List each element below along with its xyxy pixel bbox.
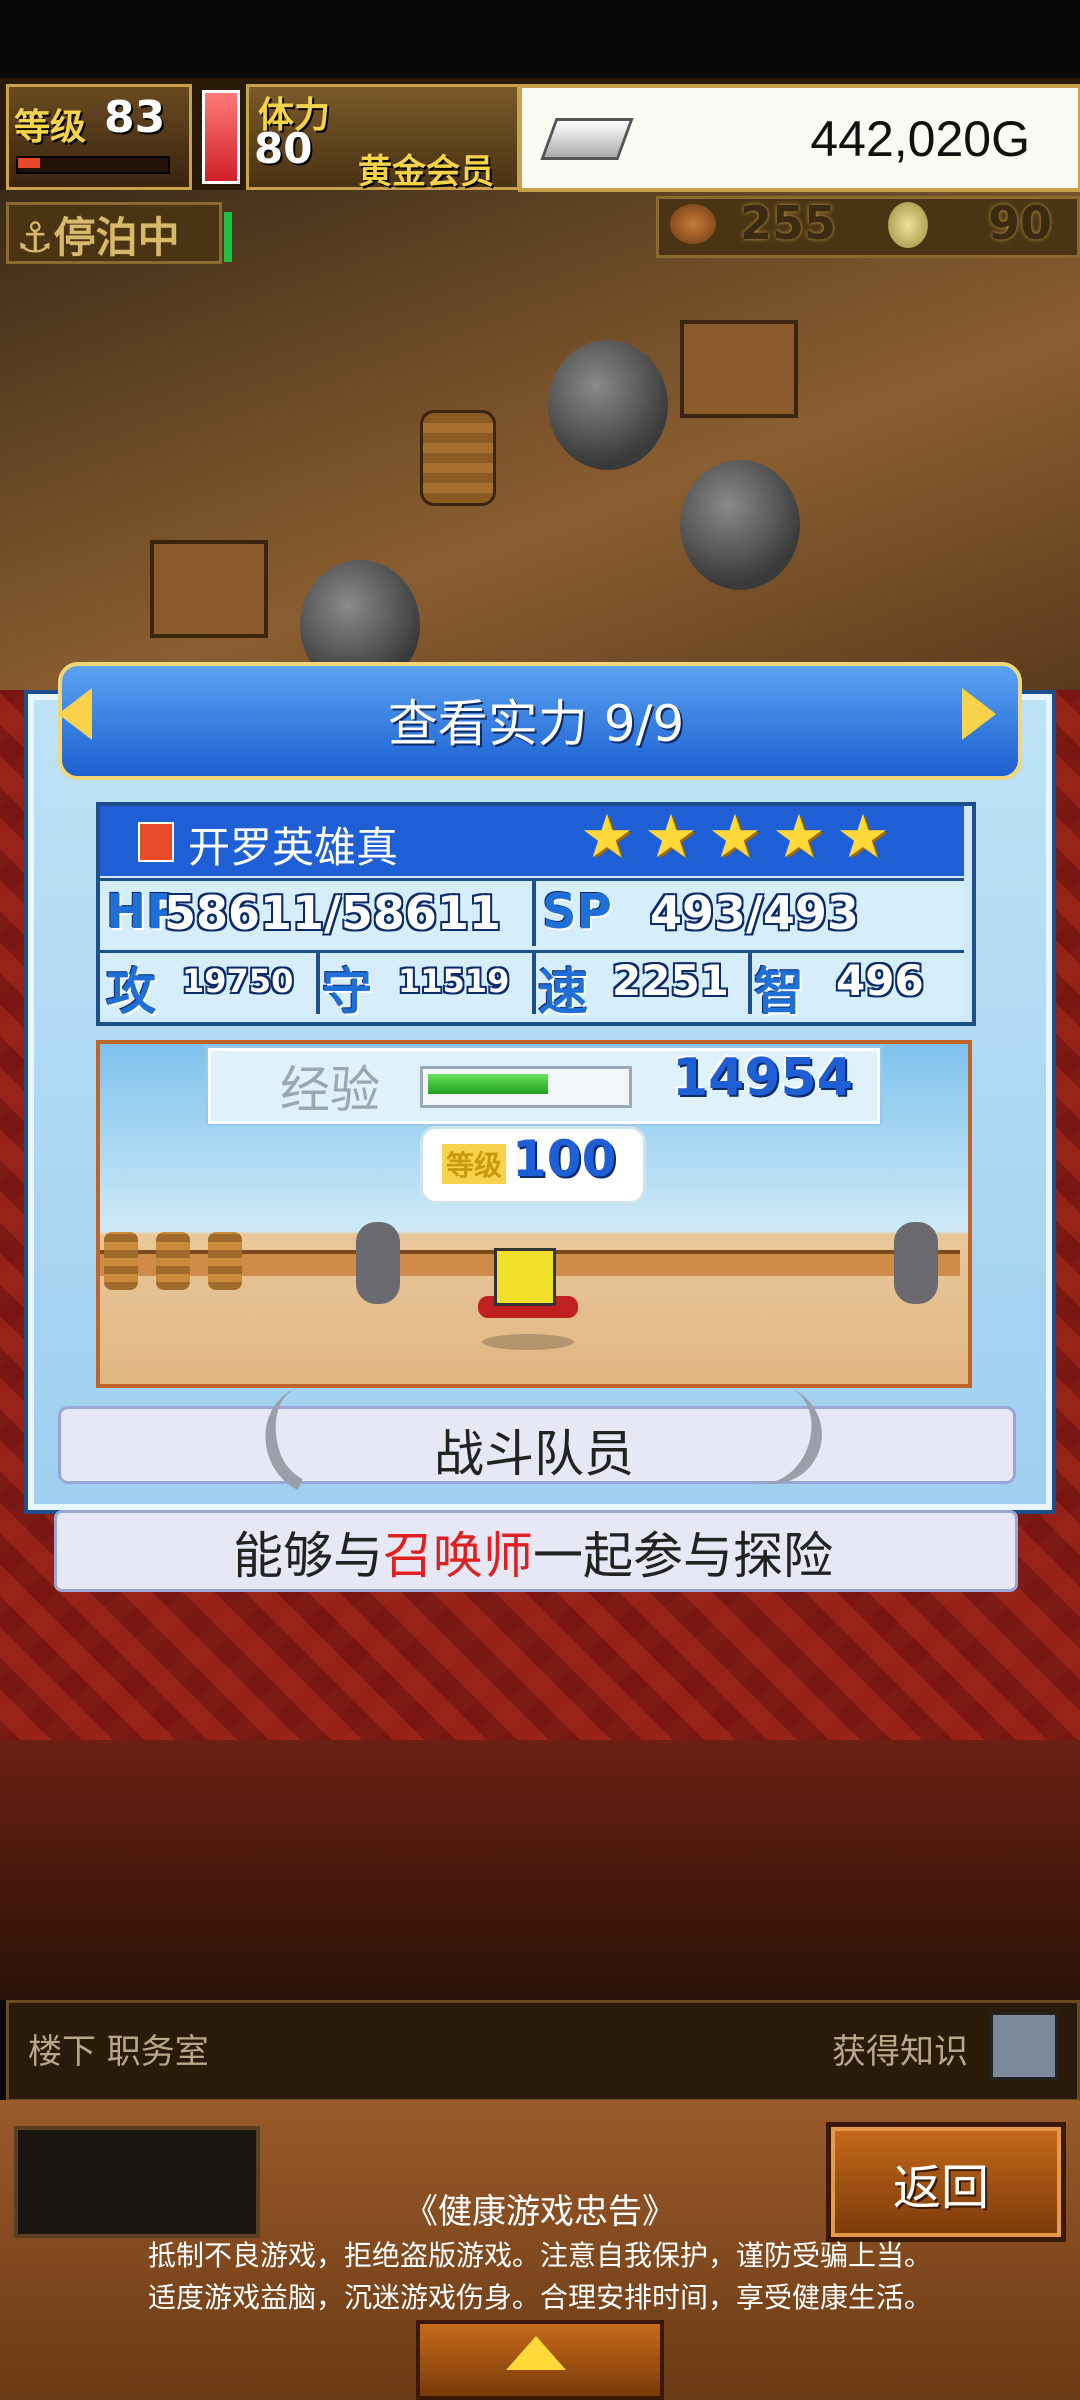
sp-value: 493/493 [650,886,859,940]
defense-label: 守 [322,963,372,1021]
level-progress-fill [18,158,40,168]
medal-count: 90 [988,196,1053,250]
ore-pile-sprite [548,340,668,470]
magnifier-icon[interactable] [990,2012,1058,2080]
speed-label: 速 [538,963,588,1021]
barrel-sprite [208,1232,242,1290]
stat-divider [748,952,752,1014]
location-text: 楼下 职务室 [28,2032,209,2072]
hero-level-value: 100 [512,1130,617,1188]
food-count: 255 [740,196,837,250]
carpet-floor [0,1740,1080,2000]
stamina-gauge-icon [202,90,240,184]
hero-name: 开罗英雄真 [188,823,399,872]
stat-divider [532,880,536,946]
player-level-label: 等级 [14,107,87,148]
rank-star-icon: ★ [708,802,762,872]
rank-star-icon: ★ [836,802,890,872]
experience-bar-fill [428,1074,548,1094]
next-character-arrow-icon[interactable] [962,688,996,740]
hp-value: 58611/58611 [164,886,501,940]
chest-sprite [680,320,798,418]
barrel-sprite [420,410,496,506]
experience-value: 14954 [672,1048,853,1108]
player-level-value: 83 [104,92,166,143]
experience-label: 经验 [280,1061,380,1119]
rank-star-icon: ★ [580,802,634,872]
dock-status-indicator [224,212,232,262]
rank-star-icon: ★ [644,802,698,872]
cannon-sprite [356,1222,400,1304]
intelligence-value: 496 [836,956,924,1005]
health-notice-line-2: 适度游戏益脑，沉迷游戏伤身。合理安排时间，享受健康生活。 [147,2281,932,2314]
summoner-highlight: 召唤师 [383,1527,533,1585]
defense-value: 11519 [398,962,510,1000]
medal-icon [888,202,928,248]
hero-sprite [494,1248,556,1306]
role-text: 战斗队员 [434,1425,634,1483]
health-notice-title: 《健康游戏忠告》 [404,2192,676,2232]
previous-character-arrow-icon[interactable] [58,688,92,740]
barrel-sprite [104,1232,138,1290]
role-description: 能够与召唤师一起参与探险 [233,1527,833,1585]
stamina-value: 80 [254,124,313,173]
health-notice-line-1: 抵制不良游戏，拒绝盗版游戏。注意自我保护，谨防受骗上当。 [147,2239,932,2272]
chest-sprite [150,540,268,638]
knowledge-text: 获得知识 [832,2032,968,2072]
speed-value: 2251 [612,956,729,1005]
cannon-sprite [894,1222,938,1304]
hero-shadow [482,1334,574,1350]
gold-amount: 442,020G [810,111,1030,167]
barrel-sprite [156,1232,190,1290]
food-icon [670,204,716,244]
rank-star-icon: ★ [772,802,826,872]
fire-element-icon [138,822,174,862]
stat-divider [316,952,320,1014]
dialog-title: 查看实力 9/9 [387,695,685,753]
hero-level-label: 等级 [442,1144,507,1184]
silver-bar-icon [540,118,634,160]
intelligence-label: 智 [754,963,804,1021]
membership-badge[interactable]: 黄金会员 [358,144,494,193]
attack-value: 19750 [182,962,294,1000]
sp-label: SP [542,884,612,940]
ore-pile-sprite [680,460,800,590]
attack-label: 攻 [106,963,156,1021]
stat-divider [532,952,536,1014]
up-arrow-icon [506,2336,566,2370]
dock-status-text: ⚓停泊中 [16,213,180,262]
